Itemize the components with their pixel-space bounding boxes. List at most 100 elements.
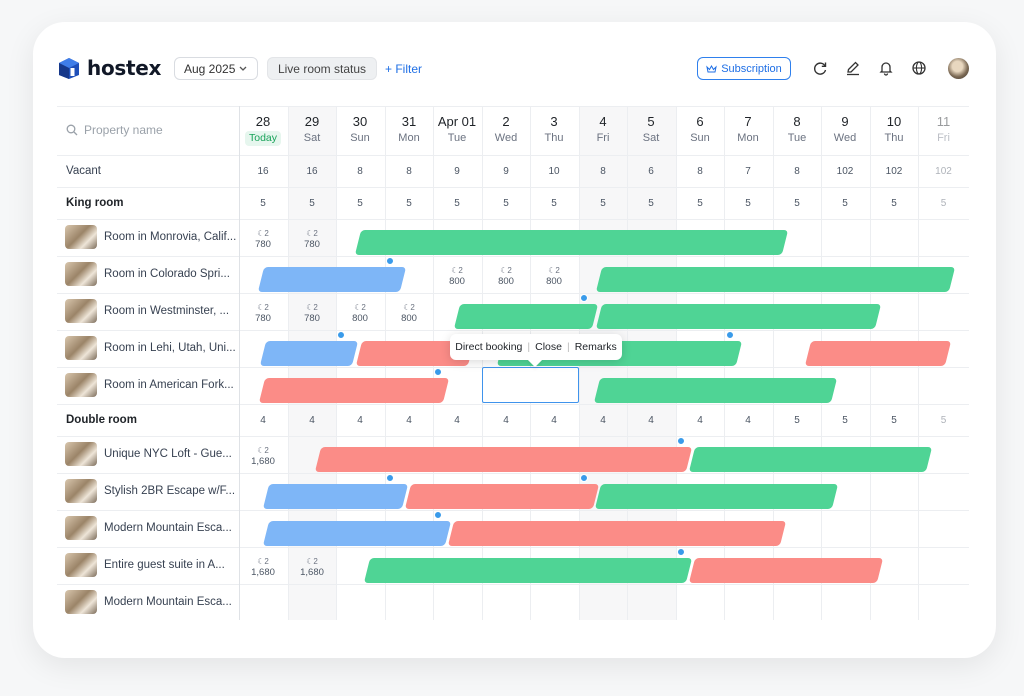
nightly-price[interactable]: ☾2 800 <box>433 265 481 287</box>
property-row[interactable]: Modern Mountain Esca... <box>65 516 232 540</box>
bell-icon[interactable] <box>878 60 894 76</box>
property-search[interactable]: Property name <box>66 123 163 137</box>
booking-bar[interactable] <box>258 378 450 403</box>
booking-bar[interactable] <box>354 230 789 255</box>
day-number: 4 <box>599 114 607 129</box>
property-name: Entire guest suite in A... <box>104 559 225 571</box>
booking-bar[interactable] <box>363 558 693 583</box>
day-number: 11 <box>936 114 951 129</box>
grid-line <box>57 584 969 585</box>
nightly-price[interactable]: ☾2 800 <box>385 302 433 324</box>
booking-bar[interactable] <box>804 341 952 366</box>
cube-logo-icon <box>59 58 79 79</box>
grid-line <box>57 256 969 257</box>
property-row[interactable]: Stylish 2BR Escape w/F... <box>65 479 235 503</box>
user-avatar[interactable] <box>948 58 969 79</box>
group-count: 5 <box>842 198 848 209</box>
month-selector[interactable]: Aug 2025 <box>174 57 258 80</box>
day-name: Tue <box>447 132 467 144</box>
min-nights: ☾2 <box>354 303 366 312</box>
booking-bar[interactable] <box>453 304 599 329</box>
nightly-price[interactable]: ☾2 1,680 <box>239 445 287 467</box>
price-value: 800 <box>401 313 417 324</box>
grid-line <box>57 187 969 188</box>
booking-bar[interactable] <box>447 521 787 546</box>
nightly-price[interactable]: ☾2 800 <box>482 265 530 287</box>
live-room-status-label: Live room status <box>277 61 367 76</box>
refresh-icon[interactable] <box>812 60 828 76</box>
booking-bar[interactable] <box>594 484 839 509</box>
nightly-price[interactable]: ☾2 800 <box>530 265 578 287</box>
booking-bar[interactable] <box>259 341 359 366</box>
property-row[interactable]: Room in Monrovia, Calif... <box>65 225 236 249</box>
day-name: Mon <box>737 132 759 144</box>
booking-bar[interactable] <box>257 267 407 292</box>
day-name: Tue <box>787 132 807 144</box>
booking-dot <box>386 257 394 265</box>
property-row[interactable]: Room in Westminster, ... <box>65 299 229 323</box>
day-number: 3 <box>550 114 558 129</box>
booking-bar[interactable] <box>262 484 409 509</box>
booking-dot <box>434 368 442 376</box>
property-row[interactable]: Entire guest suite in A... <box>65 553 225 577</box>
nightly-price[interactable]: ☾2 780 <box>288 302 336 324</box>
property-thumbnail <box>65 553 97 577</box>
property-row[interactable]: Modern Mountain Esca... <box>65 590 232 614</box>
vacant-count: 16 <box>257 166 269 177</box>
globe-icon[interactable] <box>911 60 927 76</box>
nightly-price[interactable]: ☾2 780 <box>239 228 287 250</box>
booking-bar[interactable] <box>404 484 600 509</box>
vacant-label: Vacant <box>66 165 101 177</box>
nightly-price[interactable]: ☾2 800 <box>336 302 384 324</box>
booking-dot <box>726 331 734 339</box>
filter-label: + Filter <box>385 61 423 76</box>
booking-bar[interactable] <box>262 521 452 546</box>
property-row[interactable]: Room in Colorado Spri... <box>65 262 230 286</box>
vacant-count: 8 <box>794 166 800 177</box>
nightly-price[interactable]: ☾2 780 <box>239 302 287 324</box>
price-value: 1,680 <box>300 567 324 578</box>
group-count: 5 <box>842 415 848 426</box>
property-row[interactable]: Room in American Fork... <box>65 373 234 397</box>
min-nights: ☾2 <box>306 557 318 566</box>
close-action[interactable]: Close <box>535 341 562 353</box>
booking-bar[interactable] <box>688 558 884 583</box>
vacant-count: 9 <box>454 166 460 177</box>
today-badge: Today <box>245 131 281 146</box>
booking-dot <box>386 474 394 482</box>
price-value: 780 <box>304 239 320 250</box>
group-count: 5 <box>309 198 315 209</box>
property-row[interactable]: Room in Lehi, Utah, Uni... <box>65 336 236 360</box>
nightly-price[interactable]: ☾2 1,680 <box>239 556 287 578</box>
group-count: 4 <box>745 415 751 426</box>
group-count: 5 <box>260 198 266 209</box>
property-row[interactable]: Unique NYC Loft - Gue... <box>65 442 232 466</box>
subscription-button[interactable]: Subscription <box>697 57 791 80</box>
edit-icon[interactable] <box>845 60 861 76</box>
remarks-action[interactable]: Remarks <box>575 341 617 353</box>
property-thumbnail <box>65 299 97 323</box>
booking-bar[interactable] <box>688 447 933 472</box>
filter-button[interactable]: + Filter <box>385 57 422 80</box>
booking-bar[interactable] <box>314 447 693 472</box>
vacant-count: 8 <box>406 166 412 177</box>
date-range-selection[interactable] <box>482 367 579 403</box>
day-name: Fri <box>596 132 610 144</box>
booking-dot <box>580 294 588 302</box>
nightly-price[interactable]: ☾2 780 <box>288 228 336 250</box>
property-name: Room in American Fork... <box>104 379 234 391</box>
booking-bar[interactable] <box>593 378 838 403</box>
day-number: 30 <box>352 114 368 129</box>
booking-bar[interactable] <box>595 267 956 292</box>
search-placeholder: Property name <box>84 123 163 137</box>
nightly-price[interactable]: ☾2 1,680 <box>288 556 336 578</box>
price-value: 780 <box>255 239 271 250</box>
day-name: Sun <box>350 132 370 144</box>
live-room-status-button[interactable]: Live room status <box>267 57 377 80</box>
group-count: 4 <box>454 415 460 426</box>
booking-bar[interactable] <box>595 304 882 329</box>
brand-logo[interactable]: hostex <box>57 56 161 80</box>
group-label-king-room: King room <box>66 197 124 209</box>
direct-booking-action[interactable]: Direct booking <box>455 341 522 353</box>
min-nights: ☾2 <box>500 266 512 275</box>
